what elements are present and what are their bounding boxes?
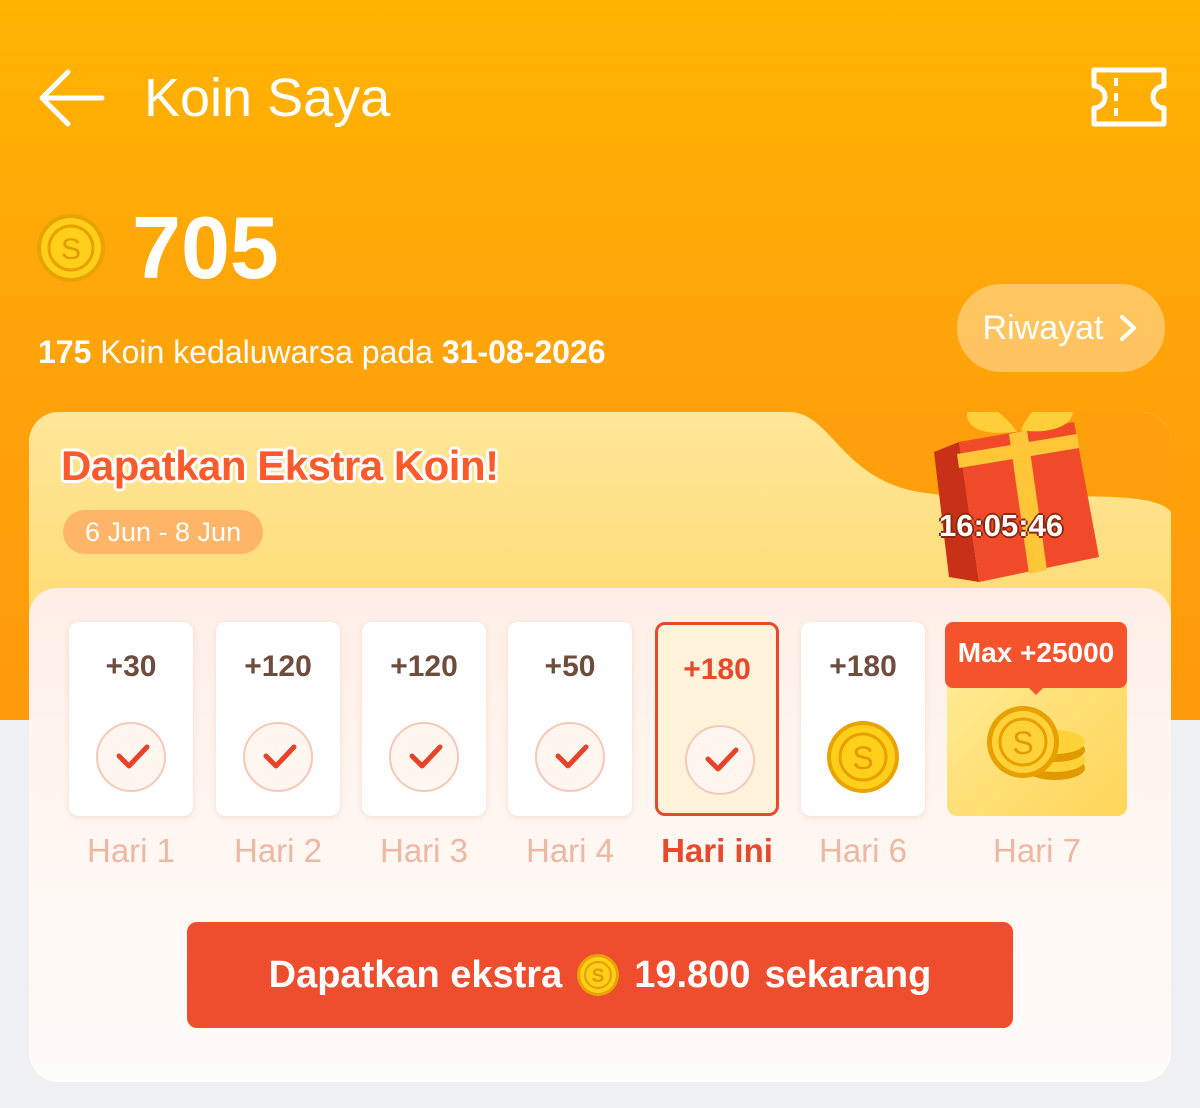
promo-title: Dapatkan Ekstra Koin! <box>61 442 499 489</box>
expiry-text: Koin kedaluwarsa pada <box>100 334 433 370</box>
day-card-6[interactable]: +180 S <box>801 622 925 816</box>
claimed-check <box>389 722 459 792</box>
history-button[interactable]: Riwayat <box>957 284 1165 372</box>
svg-text:S: S <box>61 233 81 266</box>
coin-stack-icon: S <box>987 706 1085 780</box>
claimed-check <box>96 722 166 792</box>
check-in-days-panel: +30 Hari 1 +120 Hari 2 +120 Hari 3 +50 Hari 4 +1… <box>29 588 1171 1082</box>
day-7-label: Hari 7 <box>992 832 1082 869</box>
day-card-1[interactable]: +30 <box>69 622 193 816</box>
ticket-icon[interactable] <box>1090 66 1168 128</box>
cta-label-prefix: Dapatkan ekstra <box>268 953 563 996</box>
svg-text:S: S <box>852 740 873 776</box>
cta-amount: 19.800 <box>634 953 751 996</box>
day-label: Hari 3 <box>379 832 469 869</box>
countdown-timer: 16:05:46 <box>939 508 1064 543</box>
expiry-date: 31-08-2026 <box>441 334 606 370</box>
checkmark-icon <box>705 747 739 772</box>
chevron-right-icon <box>1120 315 1137 341</box>
day-label: Hari 2 <box>233 832 323 869</box>
coin-icon: S <box>37 214 105 282</box>
day-label: Hari ini <box>661 832 773 869</box>
day-reward-amount: +120 <box>390 650 458 683</box>
page-title: Koin Saya <box>144 68 391 128</box>
day-card-3[interactable]: +120 <box>362 622 486 816</box>
day-reward-amount: +30 <box>105 650 157 683</box>
get-extra-coins-button[interactable]: Dapatkan ekstra S 19.800 sekarang <box>187 922 1013 1028</box>
promo-date-range: 6 Jun - 8 Jun <box>63 510 264 554</box>
cta-label-suffix: sekarang <box>764 953 932 996</box>
gift-box-icon <box>934 412 1099 582</box>
expiring-amount: 175 <box>38 334 92 370</box>
svg-text:S: S <box>1012 725 1033 761</box>
svg-text:S: S <box>592 966 605 987</box>
day-reward-amount: +120 <box>244 650 312 683</box>
checkmark-icon <box>263 744 297 769</box>
claimed-check <box>535 722 605 792</box>
max-reward-badge: Max +25000 <box>945 622 1127 695</box>
coin-icon: S <box>827 721 899 793</box>
day-label: Hari 4 <box>525 832 615 869</box>
arrow-left-icon[interactable] <box>36 66 106 130</box>
coin-icon: S <box>577 954 620 996</box>
checkmark-icon <box>555 744 589 769</box>
history-label: Riwayat <box>982 308 1104 347</box>
claimed-check <box>243 722 313 792</box>
day-reward-amount: +180 <box>829 650 897 683</box>
checkmark-icon <box>409 744 443 769</box>
day-reward-amount: +180 <box>683 653 751 686</box>
day-label: Hari 1 <box>86 832 176 869</box>
extra-coin-card: Dapatkan Ekstra Koin! 6 Jun - 8 Jun 16:0… <box>29 412 1171 1082</box>
checkmark-icon <box>116 744 150 769</box>
coin-balance: 705 <box>132 198 279 297</box>
day-reward-amount: +50 <box>544 650 596 683</box>
day-card-today[interactable]: +180 <box>655 622 779 816</box>
day-label: Hari 6 <box>818 832 908 869</box>
coin-expiry-note: 175 Koin kedaluwarsa pada 31-08-2026 <box>38 332 606 372</box>
day-card-2[interactable]: +120 <box>216 622 340 816</box>
claimed-check <box>685 725 755 795</box>
day-card-4[interactable]: +50 <box>508 622 632 816</box>
